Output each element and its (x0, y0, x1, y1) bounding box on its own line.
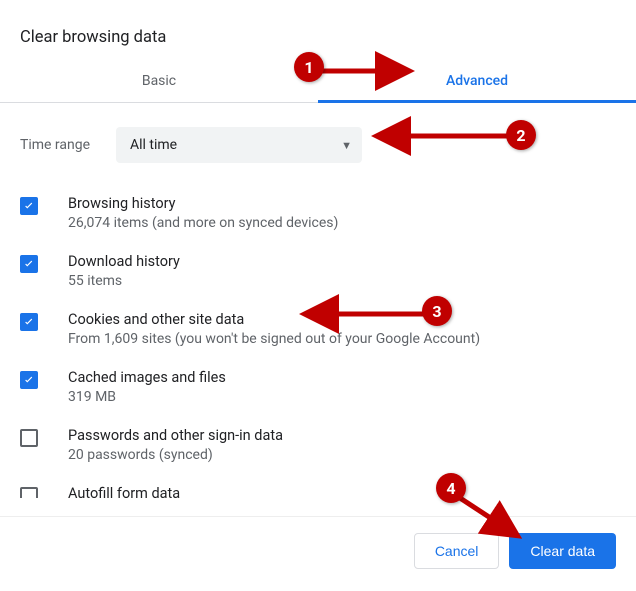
annotation-badge-3: 3 (422, 296, 452, 326)
dialog-footer: Cancel Clear data (0, 516, 636, 591)
item-subtitle: 55 items (68, 273, 180, 289)
list-item: Browsing history26,074 items (and more o… (20, 181, 616, 239)
checkbox[interactable] (20, 313, 38, 331)
clear-browsing-data-dialog: Clear browsing data Basic Advanced Time … (0, 0, 636, 591)
dialog-title: Clear browsing data (0, 0, 636, 51)
checkbox[interactable] (20, 487, 38, 498)
time-range-label: Time range (20, 137, 116, 153)
item-subtitle: 26,074 items (and more on synced devices… (68, 215, 338, 231)
annotation-badge-4: 4 (436, 473, 466, 503)
annotation-badge-1: 1 (294, 52, 324, 82)
item-title: Cookies and other site data (68, 311, 480, 331)
item-subtitle: From 1,609 sites (you won't be signed ou… (68, 331, 480, 347)
list-item: Passwords and other sign-in data20 passw… (20, 413, 616, 471)
annotation-badge-2: 2 (506, 120, 536, 150)
checkbox[interactable] (20, 197, 38, 215)
list-item: Cached images and files319 MB (20, 355, 616, 413)
list-item: Download history55 items (20, 239, 616, 297)
list-item: Cookies and other site dataFrom 1,609 si… (20, 297, 616, 355)
checkbox[interactable] (20, 255, 38, 273)
item-title: Download history (68, 253, 180, 273)
tab-basic[interactable]: Basic (0, 59, 318, 102)
tab-advanced[interactable]: Advanced (318, 59, 636, 102)
item-title: Browsing history (68, 195, 338, 215)
checkbox[interactable] (20, 371, 38, 389)
list-item: Autofill form data (20, 471, 616, 498)
item-subtitle: 319 MB (68, 389, 226, 405)
item-title: Autofill form data (68, 485, 180, 498)
checkbox[interactable] (20, 429, 38, 447)
item-subtitle: 20 passwords (synced) (68, 447, 283, 463)
item-title: Cached images and files (68, 369, 226, 389)
chevron-down-icon: ▼ (341, 139, 352, 152)
content-scroll[interactable]: Time range All time ▼ Browsing history26… (0, 103, 636, 498)
cancel-button[interactable]: Cancel (414, 533, 500, 569)
item-title: Passwords and other sign-in data (68, 427, 283, 447)
time-range-value: All time (130, 137, 177, 153)
clear-data-button[interactable]: Clear data (509, 533, 616, 569)
time-range-select[interactable]: All time ▼ (116, 127, 362, 163)
